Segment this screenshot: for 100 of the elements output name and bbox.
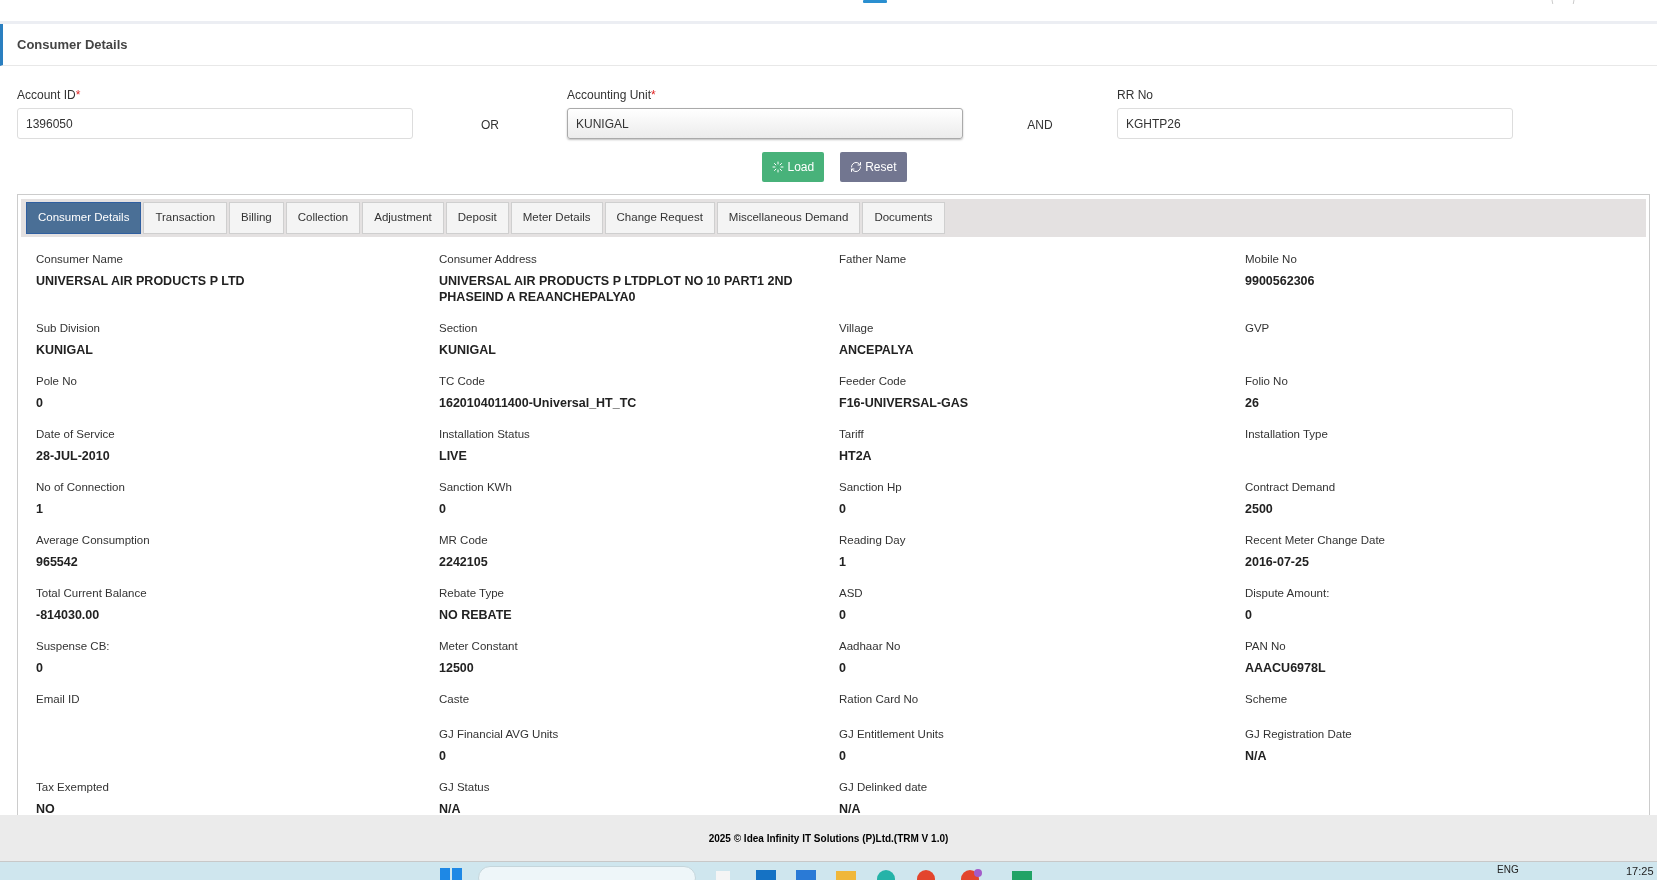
detail-value: 1 [36, 501, 43, 517]
detail-value: 0 [439, 501, 446, 517]
detail-label: ASD [839, 586, 863, 601]
detail-value: KUNIGAL [36, 342, 93, 358]
detail-value: N/A [839, 801, 861, 815]
detail-value: -814030.00 [36, 607, 100, 623]
detail-label: Rebate Type [439, 586, 504, 601]
detail-value: 9900562306 [1245, 273, 1315, 289]
detail-label: No of Connection [36, 480, 125, 495]
detail-label: Pole No [36, 374, 77, 389]
input-field[interactable]: 1396050 [17, 108, 413, 139]
detail-value: 2500 [1245, 501, 1273, 517]
tab[interactable]: Miscellaneous Demand [716, 202, 861, 234]
detail-label: Sanction Hp [839, 480, 902, 495]
detail-label: Sub Division [36, 321, 100, 336]
detail-label: Dispute Amount: [1245, 586, 1330, 601]
detail-value: N/A [1245, 748, 1267, 764]
detail-label: Consumer Address [439, 252, 537, 267]
detail-label: Aadhaar No [839, 639, 901, 654]
detail-value: 0 [839, 501, 846, 517]
tab[interactable]: Adjustment [362, 202, 444, 234]
detail-label: Average Consumption [36, 533, 150, 548]
connector-text: OR [481, 117, 499, 134]
detail-value: AAACU6978L [1245, 660, 1326, 676]
detail-value: 965542 [36, 554, 78, 570]
detail-value: 1620104011400-Universal_HT_TC [439, 395, 637, 411]
detail-value: HT2A [839, 448, 872, 464]
detail-value: 0 [36, 660, 43, 676]
detail-label: Reading Day [839, 533, 906, 548]
tab[interactable]: Change Request [604, 202, 715, 234]
detail-value: UNIVERSAL AIR PRODUCTS P LTDPLOT NO 10 PART1 2ND PHASEIND A REAANCHEPALYA0 [439, 273, 794, 305]
tab[interactable]: Consumer Details [26, 202, 142, 234]
detail-value: 0 [839, 607, 846, 623]
reset-button[interactable]: Reset [840, 152, 907, 182]
detail-label: GJ Registration Date [1245, 727, 1352, 742]
detail-value: 0 [439, 748, 446, 764]
detail-value: 2016-07-25 [1245, 554, 1309, 570]
detail-value: NO REBATE [439, 607, 512, 623]
copyright-text: 2025 © Idea Infinity IT Solutions (P)Ltd.(TRM V 1.0) [708, 831, 949, 846]
logo-icon [860, 0, 890, 5]
detail-value: 28-JUL-2010 [36, 448, 110, 464]
detail-value: 26 [1245, 395, 1259, 411]
detail-label: Recent Meter Change Date [1245, 533, 1385, 548]
detail-label: Folio No [1245, 374, 1288, 389]
detail-label: Section [439, 321, 478, 336]
field-label: RR No [1117, 87, 1153, 104]
detail-label: Father Name [839, 252, 907, 267]
detail-label: GJ Status [439, 780, 490, 795]
detail-value: ANCEPALYA [839, 342, 914, 358]
field-label: Accounting Unit* [567, 87, 656, 104]
detail-value: 0 [839, 748, 846, 764]
detail-label: TC Code [439, 374, 486, 389]
detail-value: UNIVERSAL AIR PRODUCTS P LTD [36, 273, 245, 289]
tab[interactable]: Documents [862, 202, 945, 234]
panel-title: Consumer Details [17, 35, 128, 54]
detail-label: GJ Financial AVG Units [439, 727, 559, 742]
field-label: Account ID* [17, 87, 81, 104]
tab[interactable]: Meter Details [510, 202, 603, 234]
clock-text: 17:25 [1626, 865, 1654, 878]
detail-value: 0 [839, 660, 846, 676]
detail-label: Consumer Name [36, 252, 123, 267]
detail-label: GVP [1245, 321, 1270, 336]
windows-icon [440, 868, 462, 880]
tab[interactable]: Deposit [445, 202, 509, 234]
detail-label: PAN No [1245, 639, 1286, 654]
detail-label: Date of Service [36, 427, 115, 442]
detail-label: Mobile No [1245, 252, 1297, 267]
language-indicator: ENG [1497, 864, 1519, 876]
detail-label: Total Current Balance [36, 586, 147, 601]
detail-label: Suspense CB: [36, 639, 110, 654]
tab[interactable]: Collection [285, 202, 361, 234]
detail-value: N/A [439, 801, 461, 815]
detail-label: Feeder Code [839, 374, 907, 389]
detail-value: 2242105 [439, 554, 488, 570]
select-field[interactable]: KUNIGAL [567, 108, 963, 139]
detail-value: 1 [839, 554, 846, 570]
detail-value: F16-UNIVERSAL-GAS [839, 395, 969, 411]
detail-label: Tax Exempted [36, 780, 109, 795]
detail-label: Installation Type [1245, 427, 1328, 442]
detail-label: Scheme [1245, 692, 1288, 707]
detail-label: Meter Constant [439, 639, 518, 654]
detail-label: Contract Demand [1245, 480, 1336, 495]
detail-value: NO [36, 801, 55, 815]
detail-label: GJ Delinked date [839, 780, 928, 795]
detail-value: LIVE [439, 448, 467, 464]
detail-value: 0 [36, 395, 43, 411]
spinner-icon [772, 161, 785, 173]
detail-label: Village [839, 321, 874, 336]
detail-label: Installation Status [439, 427, 530, 442]
detail-label: Caste [439, 692, 470, 707]
input-field[interactable]: KGHTP26 [1117, 108, 1513, 139]
detail-value: 12500 [439, 660, 474, 676]
tab[interactable]: Transaction [143, 202, 228, 234]
detail-label: GJ Entitlement Units [839, 727, 944, 742]
detail-value: 0 [1245, 607, 1252, 623]
detail-label: Ration Card No [839, 692, 919, 707]
detail-label: Tariff [839, 427, 864, 442]
refresh-icon [850, 161, 863, 173]
detail-value: KUNIGAL [439, 342, 496, 358]
tab[interactable]: Billing [229, 202, 284, 234]
